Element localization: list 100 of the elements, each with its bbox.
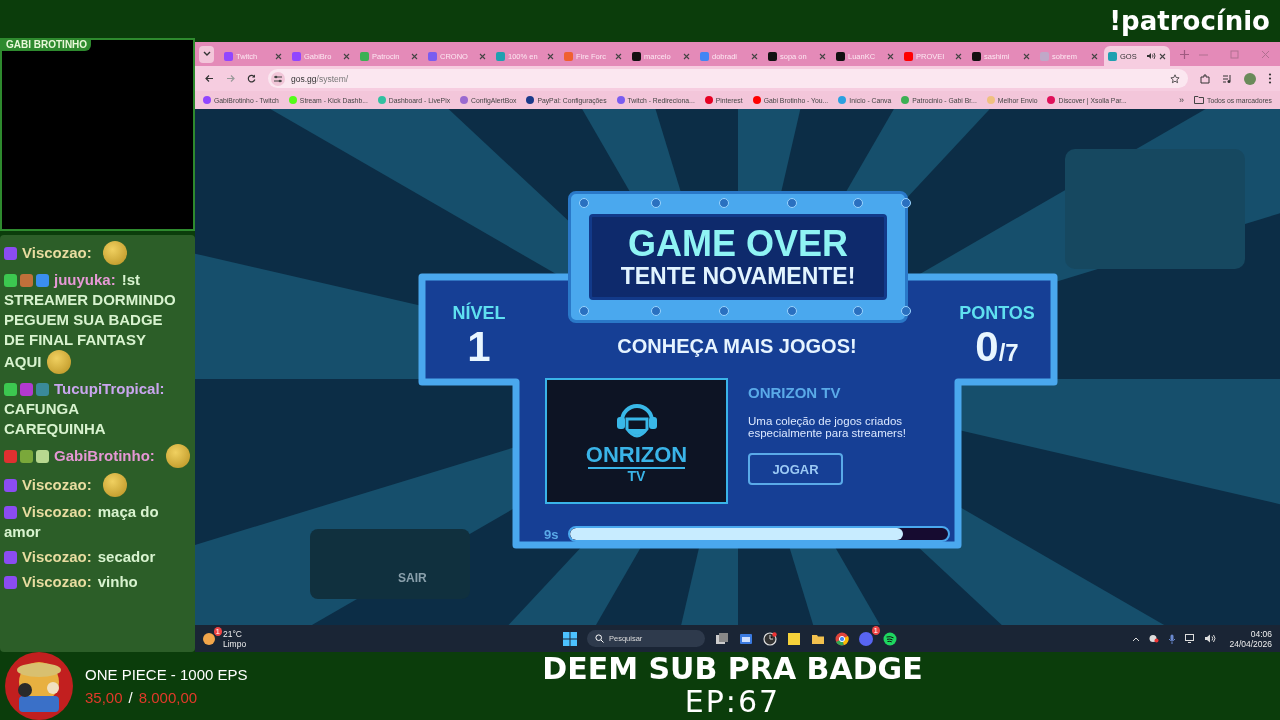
chrome-icon[interactable] bbox=[835, 631, 849, 646]
play-button[interactable]: JOGAR bbox=[748, 453, 843, 485]
discord-icon[interactable] bbox=[859, 631, 873, 646]
chat-username[interactable]: Viscozao: bbox=[22, 502, 92, 522]
profile-avatar[interactable] bbox=[1244, 72, 1256, 85]
chat-username[interactable]: Viscozao: bbox=[22, 243, 92, 263]
close-icon[interactable] bbox=[819, 52, 826, 60]
notification-badge: 1 bbox=[213, 626, 222, 636]
window-icon[interactable] bbox=[739, 631, 753, 646]
promo-heading: CONHEÇA MAIS JOGOS! bbox=[617, 335, 857, 358]
rivet-icon bbox=[853, 198, 863, 208]
more-bookmarks-button[interactable]: » bbox=[1179, 95, 1184, 105]
goal-separator: / bbox=[128, 689, 133, 706]
media-control-icon[interactable] bbox=[1222, 73, 1232, 84]
clock-time: 04:06 bbox=[1250, 628, 1272, 639]
caret-icon bbox=[202, 51, 211, 57]
clock-date: 24/04/2026 bbox=[1229, 638, 1272, 649]
close-icon[interactable] bbox=[1023, 52, 1030, 60]
level-value: 1 bbox=[467, 324, 491, 370]
rivet-icon bbox=[853, 306, 863, 316]
temperature-text: 21°C bbox=[223, 628, 243, 639]
site-settings-icon[interactable] bbox=[271, 71, 285, 86]
spotify-icon[interactable] bbox=[883, 631, 897, 646]
close-icon[interactable] bbox=[1159, 52, 1166, 60]
chat-username[interactable]: GabiBrotinho: bbox=[54, 446, 155, 466]
network-icon[interactable] bbox=[1185, 634, 1197, 643]
chat-username[interactable]: TucupiTropical: bbox=[54, 379, 165, 399]
points-value: 0/7 bbox=[975, 324, 1019, 372]
close-icon[interactable] bbox=[751, 52, 758, 60]
close-icon[interactable] bbox=[1091, 52, 1098, 60]
windows-icon[interactable] bbox=[563, 631, 577, 646]
game-description: Uma coleção de jogos criados especialmente para streamers! bbox=[748, 415, 907, 439]
timer-text: 9s bbox=[544, 526, 559, 542]
close-icon[interactable] bbox=[411, 52, 418, 60]
rivet-icon bbox=[651, 306, 661, 316]
webcam-label: GABI BROTINHO bbox=[2, 38, 92, 51]
logo-wordmark: ONRIZON bbox=[585, 443, 688, 467]
chat-text: STREAMER DORMINDO bbox=[4, 290, 176, 310]
address-field[interactable]: gos.gg/system/ bbox=[268, 69, 1188, 88]
chat-text: maça do bbox=[97, 502, 159, 522]
weather-widget[interactable]: 1 21°C Limpo bbox=[203, 628, 453, 649]
task-view-icon[interactable] bbox=[715, 631, 729, 646]
chat-username[interactable]: Viscozao: bbox=[22, 547, 92, 567]
chat-text: amor bbox=[4, 522, 41, 542]
weather-text: Limpo bbox=[223, 638, 247, 649]
chat-username[interactable]: Viscozao: bbox=[22, 572, 92, 592]
retry-subtitle: TENTE NOVAMENTE! bbox=[620, 263, 856, 289]
logo-subtitle: TV bbox=[587, 467, 686, 483]
volume-icon[interactable] bbox=[1205, 634, 1217, 643]
back-icon[interactable] bbox=[205, 74, 214, 83]
chat-text: vinho bbox=[97, 572, 138, 592]
close-icon[interactable] bbox=[547, 52, 554, 60]
clock-icon[interactable] bbox=[763, 631, 777, 646]
speaker-icon[interactable] bbox=[1147, 52, 1156, 60]
rivet-icon bbox=[787, 306, 797, 316]
close-icon[interactable] bbox=[343, 52, 350, 60]
chat-text: !st bbox=[121, 270, 141, 290]
close-icon[interactable] bbox=[275, 52, 282, 60]
close-icon[interactable] bbox=[615, 52, 622, 60]
notification-badge: 1 bbox=[871, 625, 880, 635]
close-icon[interactable] bbox=[955, 52, 962, 60]
reload-icon[interactable] bbox=[247, 74, 256, 83]
rivet-icon bbox=[651, 198, 661, 208]
tab-search-button[interactable] bbox=[199, 45, 214, 63]
bookmark-star-icon[interactable] bbox=[1170, 73, 1180, 84]
chat-text: CAREQUINHA bbox=[4, 419, 106, 439]
rivet-icon bbox=[579, 306, 589, 316]
banner-title: DEEM SUB PRA BADGE bbox=[542, 653, 923, 685]
close-icon[interactable] bbox=[887, 52, 894, 60]
exit-label: SAIR bbox=[398, 571, 427, 585]
sticky-note-icon[interactable] bbox=[787, 631, 801, 646]
folder-icon bbox=[1194, 96, 1204, 104]
close-icon[interactable] bbox=[683, 52, 690, 60]
chat-text: DE FINAL FANTASY bbox=[4, 330, 146, 350]
chat-text: AQUI bbox=[4, 352, 42, 372]
goal-current: 35,00 bbox=[85, 689, 123, 706]
goal-target: 8.000,00 bbox=[138, 689, 198, 706]
search-icon bbox=[595, 634, 604, 643]
goal-title: ONE PIECE - 1000 EPS bbox=[85, 666, 248, 683]
game-over-title: GAME OVER bbox=[628, 225, 848, 263]
rivet-icon bbox=[719, 306, 729, 316]
level-label: NÍVEL bbox=[452, 303, 506, 324]
episode-counter: EP:67 bbox=[684, 685, 781, 719]
microphone-icon[interactable] bbox=[1168, 633, 1177, 644]
chat-username[interactable]: Viscozao: bbox=[22, 475, 92, 495]
menu-icon[interactable] bbox=[1268, 73, 1272, 84]
close-icon[interactable] bbox=[479, 52, 486, 60]
extensions-icon[interactable] bbox=[1200, 73, 1210, 84]
command-text: !patrocínio bbox=[1109, 6, 1270, 36]
chat-username[interactable]: juuyuka: bbox=[54, 270, 116, 290]
rivet-icon bbox=[719, 198, 729, 208]
points-label: PONTOS bbox=[959, 303, 1035, 324]
rivet-icon bbox=[787, 198, 797, 208]
chat-text: secador bbox=[97, 547, 156, 567]
chat-text: PEGUEM SUA BADGE bbox=[4, 310, 163, 330]
recording-icon[interactable] bbox=[1149, 634, 1160, 643]
chat-text: CAFUNGA bbox=[4, 399, 79, 419]
game-name: ONRIZON TV bbox=[748, 384, 841, 401]
chevron-up-icon[interactable] bbox=[1132, 635, 1141, 642]
rivet-icon bbox=[579, 198, 589, 208]
